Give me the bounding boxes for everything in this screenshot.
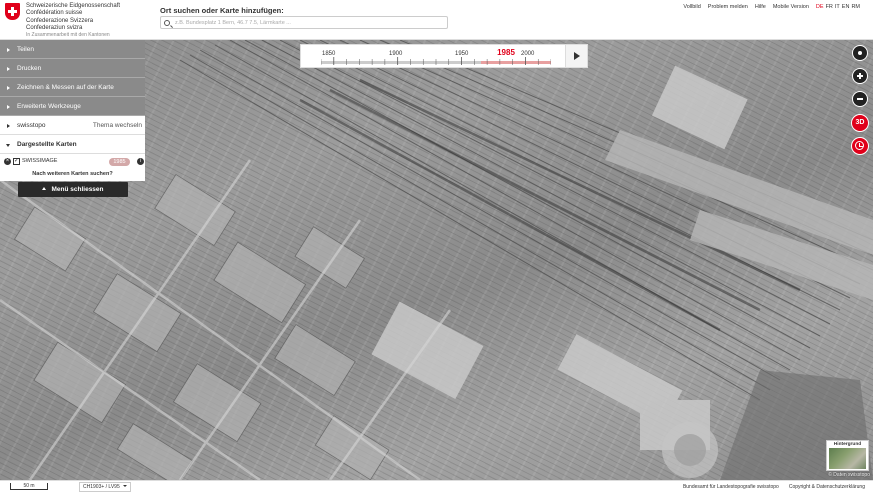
footer: 50 m CH1903+ / LV95 Bundesamt für Landes… (0, 480, 873, 492)
copyright-link[interactable]: Copyright & Datenschutzerklärung (789, 484, 865, 490)
layer-row: × ✓ SWISSIMAGE 1985 i (0, 154, 145, 169)
menu-item-shown-maps[interactable]: Dargestellte Karten (0, 135, 145, 154)
zoom-out-button[interactable] (852, 91, 868, 107)
confederation-text: Schweizerische Eidgenossenschaft Confédé… (26, 3, 121, 32)
crs-select[interactable]: CH1903+ / LV95 (79, 482, 131, 492)
search-box[interactable] (160, 16, 448, 29)
top-links: Vollbild Problem melden Hilfe Mobile Ver… (683, 4, 860, 10)
background-thumbnail[interactable] (829, 448, 866, 469)
background-label: Hintergrund (833, 442, 862, 447)
scale-bar: 50 m (10, 483, 48, 490)
time-travel-clock-icon[interactable] (851, 137, 869, 155)
remove-layer-icon[interactable]: × (4, 158, 11, 165)
mobile-version-link[interactable]: Mobile Version (773, 4, 809, 10)
cooperation-text: In Zusammenarbeit mit den Kantonen (26, 32, 110, 38)
search-label: Ort suchen oder Karte hinzufügen: (160, 6, 284, 15)
fullscreen-link[interactable]: Vollbild (683, 4, 700, 10)
chevron-right-icon (7, 85, 10, 90)
language-switcher: DE FR IT EN RM (816, 4, 860, 10)
search-icon (164, 19, 170, 26)
search-input[interactable] (175, 17, 445, 28)
background-selector[interactable]: Hintergrund (826, 440, 869, 471)
layer-info-icon[interactable]: i (137, 158, 144, 165)
layer-year-badge[interactable]: 1985 (109, 157, 130, 166)
data-copyright: © Daten swisstopo (828, 472, 870, 478)
footer-links: Bundesamt für Landestopografie swisstopo… (683, 484, 865, 490)
menu-item-share[interactable]: Teilen (0, 40, 145, 59)
lang-fr[interactable]: FR (826, 4, 833, 10)
menu-item-advanced-tools[interactable]: Erweiterte Werkzeuge (0, 97, 145, 116)
report-problem-link[interactable]: Problem melden (708, 4, 748, 10)
menu-item-draw-measure[interactable]: Zeichnen & Messen auf der Karte (0, 78, 145, 97)
swiss-coat-of-arms-icon (5, 3, 20, 20)
layer-name: SWISSIMAGE (22, 158, 58, 164)
lang-de[interactable]: DE (816, 4, 824, 10)
chevron-down-icon (6, 143, 10, 147)
layer-visibility-checkbox[interactable]: ✓ (13, 158, 20, 165)
side-menu: Teilen Drucken Zeichnen & Messen auf der… (0, 40, 145, 181)
chevron-right-icon (7, 104, 10, 109)
help-link[interactable]: Hilfe (755, 4, 766, 10)
switch-topic-link[interactable]: Thema wechseln (93, 116, 142, 135)
geolocation-button[interactable] (852, 45, 868, 61)
search-more-maps-link[interactable]: Nach weiteren Karten suchen? (0, 169, 145, 181)
play-button[interactable] (565, 45, 587, 67)
timeline-selected-year[interactable]: 1985 (491, 47, 521, 59)
3d-button[interactable]: 3D (851, 114, 869, 132)
lang-it[interactable]: IT (835, 4, 840, 10)
header: Schweizerische Eidgenossenschaft Confédé… (0, 0, 873, 40)
lang-en[interactable]: EN (842, 4, 850, 10)
zoom-in-button[interactable] (852, 68, 868, 84)
menu-item-topic[interactable]: swisstopo Thema wechseln (0, 116, 145, 135)
chevron-right-icon (7, 66, 10, 71)
chevron-right-icon (7, 123, 10, 128)
close-menu-button[interactable]: Menü schliessen (18, 182, 128, 197)
lang-rm[interactable]: RM (851, 4, 860, 10)
time-selector: 1850 1900 1950 2000 1985 (300, 44, 588, 68)
provider-link[interactable]: Bundesamt für Landestopografie swisstopo (683, 484, 779, 490)
menu-item-print[interactable]: Drucken (0, 59, 145, 78)
chevron-down-icon (123, 485, 127, 487)
chevron-up-icon (42, 187, 47, 190)
chevron-right-icon (7, 47, 10, 52)
